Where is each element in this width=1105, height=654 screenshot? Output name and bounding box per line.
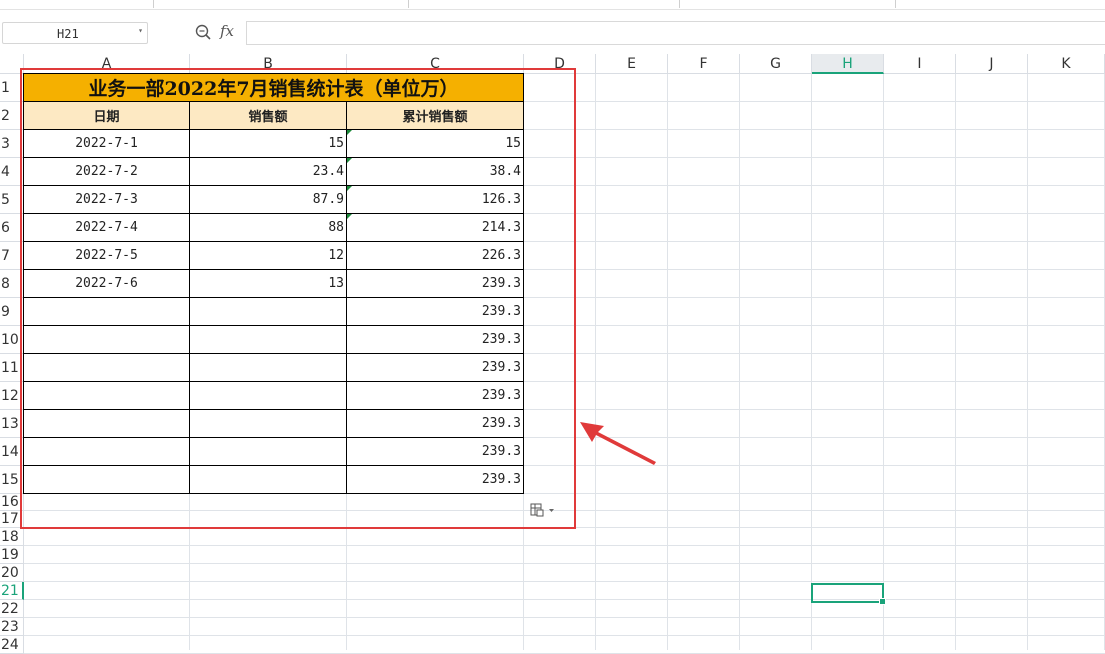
row-header-18[interactable]: 18	[0, 528, 24, 546]
row-header-21[interactable]: 21	[0, 582, 24, 600]
toolbar-segment	[154, 0, 409, 8]
column-header-k[interactable]: K	[1028, 54, 1105, 74]
name-box-value: H21	[57, 27, 79, 41]
row-header-19[interactable]: 19	[0, 546, 24, 564]
fill-handle[interactable]	[879, 598, 886, 605]
chevron-down-icon[interactable]: ▾	[138, 26, 143, 35]
toolbar-strip	[0, 0, 1105, 10]
toolbar-segment	[0, 0, 154, 8]
annotation-box	[20, 68, 576, 529]
column-header-h[interactable]: H	[812, 54, 884, 74]
gridline	[24, 599, 1105, 600]
gridline	[24, 617, 1105, 618]
annotation-arrow-icon	[580, 422, 656, 465]
column-header-i[interactable]: I	[884, 54, 956, 74]
zoom-icon[interactable]	[195, 24, 211, 40]
row-header-20[interactable]: 20	[0, 564, 24, 582]
column-header-g[interactable]: G	[740, 54, 812, 74]
gridline	[24, 581, 1105, 582]
paste-options-icon[interactable]	[530, 502, 556, 518]
formula-bar: H21 ▾ fx	[0, 14, 1105, 54]
column-header-f[interactable]: F	[668, 54, 740, 74]
row-header-23[interactable]: 23	[0, 618, 24, 636]
column-header-j[interactable]: J	[956, 54, 1028, 74]
row-header-22[interactable]: 22	[0, 600, 24, 618]
fx-icon[interactable]: fx	[220, 22, 234, 40]
active-cell-h21[interactable]	[811, 583, 886, 605]
gridline	[24, 563, 1105, 564]
row-header-24[interactable]: 24	[0, 636, 24, 654]
gridline	[24, 635, 1105, 636]
gridline	[24, 545, 1105, 546]
toolbar-segment	[680, 0, 896, 8]
formula-input[interactable]	[246, 21, 1105, 45]
column-header-e[interactable]: E	[596, 54, 668, 74]
toolbar-segment	[409, 0, 680, 8]
name-box[interactable]: H21 ▾	[2, 22, 148, 44]
